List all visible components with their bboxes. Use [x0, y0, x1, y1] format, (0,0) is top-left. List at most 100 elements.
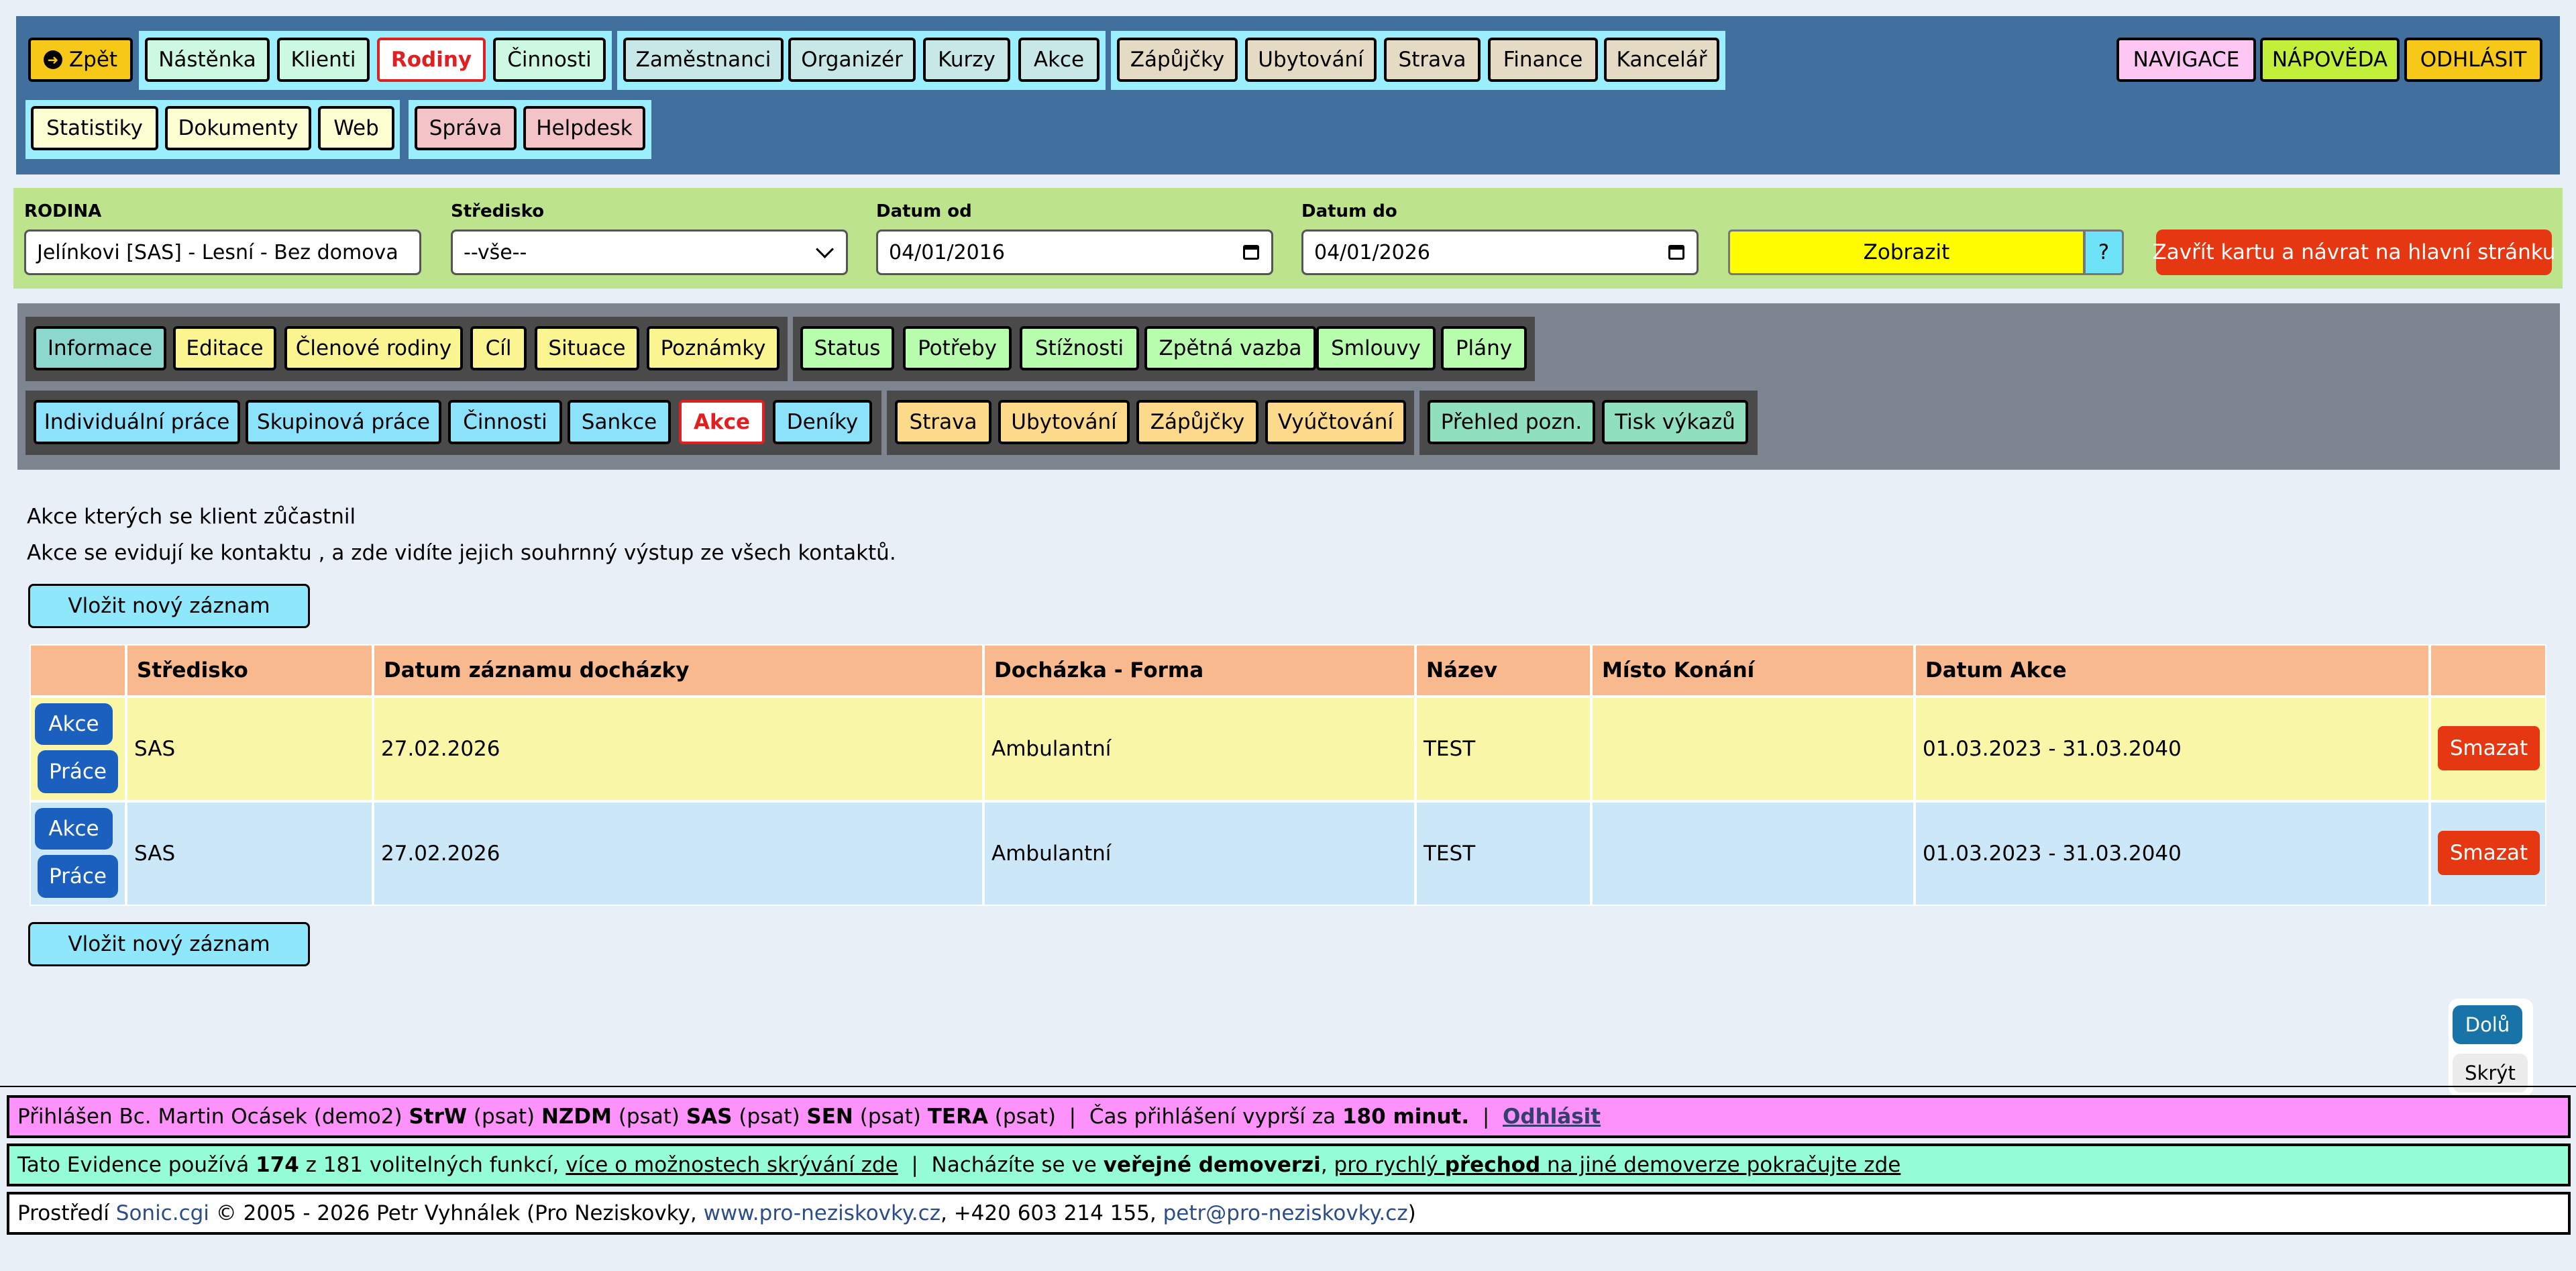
nav-klienti[interactable]: Klienti: [277, 38, 370, 82]
tab-zapujcky[interactable]: Zápůjčky: [1136, 400, 1258, 444]
nav-rodiny[interactable]: Rodiny: [377, 38, 486, 82]
prace-button[interactable]: Práce: [38, 855, 118, 898]
nav-sprava[interactable]: Správa: [415, 106, 517, 150]
show-button[interactable]: Zobrazit: [1728, 230, 2085, 275]
intro-text-2: Akce se evidují ke kontaktu , a zde vidí…: [27, 541, 896, 565]
tab-cil[interactable]: Cíl: [470, 326, 527, 370]
email-link[interactable]: petr@pro-neziskovky.cz: [1163, 1201, 1408, 1225]
tab-poznamky[interactable]: Poznámky: [647, 326, 780, 370]
back-button[interactable]: ➜ Zpět: [28, 38, 133, 82]
tab-stiznosti[interactable]: Stížnosti: [1020, 326, 1139, 370]
tab-informace[interactable]: Informace: [34, 326, 166, 370]
chevron-down-icon: [816, 240, 834, 258]
datum-od-input[interactable]: 04/01/2016: [876, 230, 1273, 275]
datum-do-value: 04/01/2026: [1314, 240, 1430, 264]
nav-web[interactable]: Web: [318, 106, 394, 150]
tab-smlouvy[interactable]: Smlouvy: [1316, 326, 1436, 370]
nav-zapujcky[interactable]: Zápůjčky: [1117, 38, 1238, 82]
cell-datum-zaznamu: 27.02.2026: [374, 698, 982, 800]
tab-skupinova-prace[interactable]: Skupinová práce: [246, 400, 441, 444]
website-link[interactable]: www.pro-neziskovky.cz: [704, 1201, 941, 1225]
tab-deniky[interactable]: Deníky: [773, 400, 872, 444]
copyright-text: © 2005 - 2026 Petr Vyhnálek (Pro Nezisko…: [215, 1201, 697, 1225]
unit-perm: (psat): [994, 1105, 1056, 1129]
stredisko-label: Středisko: [451, 201, 545, 221]
unit-name: NZDM: [541, 1105, 612, 1129]
nav-napoveda[interactable]: NÁPOVĚDA: [2260, 38, 2400, 82]
tab-akce[interactable]: Akce: [679, 400, 765, 444]
stredisko-value: --vše--: [464, 240, 527, 264]
nav-strava[interactable]: Strava: [1384, 38, 1481, 82]
nav-navigace[interactable]: NAVIGACE: [2116, 38, 2256, 82]
nav-kancelar[interactable]: Kancelář: [1604, 38, 1719, 82]
tab-clenove-rodiny[interactable]: Členové rodiny: [284, 326, 463, 370]
tab-sankce[interactable]: Sankce: [568, 400, 671, 444]
akce-button[interactable]: Akce: [35, 808, 113, 850]
datum-do-input[interactable]: 04/01/2026: [1301, 230, 1699, 275]
unit-name: StrW: [409, 1105, 468, 1129]
login-status-bar: Přihlášen Bc. Martin Ocásek (demo2) StrW…: [7, 1095, 2571, 1138]
cell-misto-konani: [1593, 698, 1913, 800]
tab-cinnosti[interactable]: Činnosti: [448, 400, 562, 444]
scroll-down-button[interactable]: Dolů: [2453, 1005, 2522, 1044]
nav-akce[interactable]: Akce: [1018, 38, 1099, 82]
tab-editace[interactable]: Editace: [173, 326, 276, 370]
nav-organizer[interactable]: Organizér: [788, 38, 916, 82]
intro-text-1: Akce kterých se klient zůčastnil: [27, 505, 356, 529]
cell-misto-konani: [1593, 803, 1913, 905]
calendar-icon[interactable]: [1668, 245, 1684, 260]
delete-button[interactable]: Smazat: [2438, 726, 2540, 770]
features-link[interactable]: více o možnostech skrývání zde: [566, 1153, 898, 1177]
cell-nazev: TEST: [1417, 698, 1590, 800]
tab-ubytovani[interactable]: Ubytování: [998, 400, 1130, 444]
akce-button[interactable]: Akce: [35, 703, 113, 745]
nav-nastenka[interactable]: Nástěnka: [145, 38, 270, 82]
cell-datum-akce: 01.03.2023 - 31.03.2040: [1916, 803, 2428, 905]
nav-ubytovani[interactable]: Ubytování: [1245, 38, 1377, 82]
prace-button[interactable]: Práce: [38, 750, 118, 793]
col-actions-header: [31, 646, 125, 695]
tab-plany[interactable]: Plány: [1441, 326, 1527, 370]
nav-finance[interactable]: Finance: [1488, 38, 1598, 82]
demo-link-part: pro rychlý: [1334, 1153, 1438, 1177]
datum-od-label: Datum od: [876, 201, 972, 221]
nav-odhlasit[interactable]: ODHLÁSIT: [2404, 38, 2542, 82]
cell-datum-zaznamu: 27.02.2026: [374, 803, 982, 905]
tab-zpetna-vazba[interactable]: Zpětná vazba: [1144, 326, 1316, 370]
nav-dokumenty[interactable]: Dokumenty: [165, 106, 311, 150]
login-user: Přihlášen Bc. Martin Ocásek (demo2): [17, 1105, 402, 1129]
tab-vyuctovani[interactable]: Vyúčtování: [1265, 400, 1406, 444]
tab-individualni-prace[interactable]: Individuální práce: [34, 400, 240, 444]
features-prefix: Tato Evidence používá: [17, 1153, 250, 1177]
nav-cinnosti[interactable]: Činnosti: [493, 38, 606, 82]
unit-name: TERA: [927, 1105, 988, 1129]
features-bar: Tato Evidence používá 174 z 181 voliteln…: [7, 1143, 2571, 1186]
tab-situace[interactable]: Situace: [535, 326, 639, 370]
insert-record-button-bottom[interactable]: Vložit nový záznam: [28, 922, 310, 966]
sonic-link[interactable]: Sonic.cgi: [116, 1201, 209, 1225]
delete-button[interactable]: Smazat: [2438, 831, 2540, 875]
tab-strava[interactable]: Strava: [895, 400, 991, 444]
insert-record-button[interactable]: Vložit nový záznam: [28, 584, 310, 628]
tab-status[interactable]: Status: [800, 326, 894, 370]
nav-statistiky[interactable]: Statistiky: [31, 106, 158, 150]
rodina-field[interactable]: Jelínkovi [SAS] - Lesní - Bez domova: [24, 230, 421, 275]
tab-prehled-pozn[interactable]: Přehled pozn.: [1428, 400, 1595, 444]
col-nazev-header: Název: [1417, 646, 1590, 695]
nav-zamestnanci[interactable]: Zaměstnanci: [623, 38, 784, 82]
demo-switch-link[interactable]: pro rychlý přechod na jiné demoverze pok…: [1334, 1153, 1901, 1177]
tab-tisk-vykazu[interactable]: Tisk výkazů: [1602, 400, 1748, 444]
nav-helpdesk[interactable]: Helpdesk: [523, 106, 645, 150]
footer-logout-link[interactable]: Odhlásit: [1503, 1105, 1601, 1129]
close-card-button[interactable]: Zavřít kartu a návrat na hlavní stránku: [2153, 230, 2555, 275]
col-datum-akce-header: Datum Akce: [1916, 646, 2428, 695]
calendar-icon[interactable]: [1243, 245, 1259, 260]
unit-name: SAS: [686, 1105, 733, 1129]
help-button[interactable]: ?: [2084, 230, 2124, 275]
tab-potreby[interactable]: Potřeby: [903, 326, 1012, 370]
back-label: Zpět: [68, 48, 118, 72]
demo-prefix: Nacházíte se ve: [931, 1153, 1097, 1177]
cell-dochazka-forma: Ambulantní: [985, 698, 1414, 800]
nav-kurzy[interactable]: Kurzy: [923, 38, 1010, 82]
stredisko-select[interactable]: --vše--: [451, 230, 848, 275]
